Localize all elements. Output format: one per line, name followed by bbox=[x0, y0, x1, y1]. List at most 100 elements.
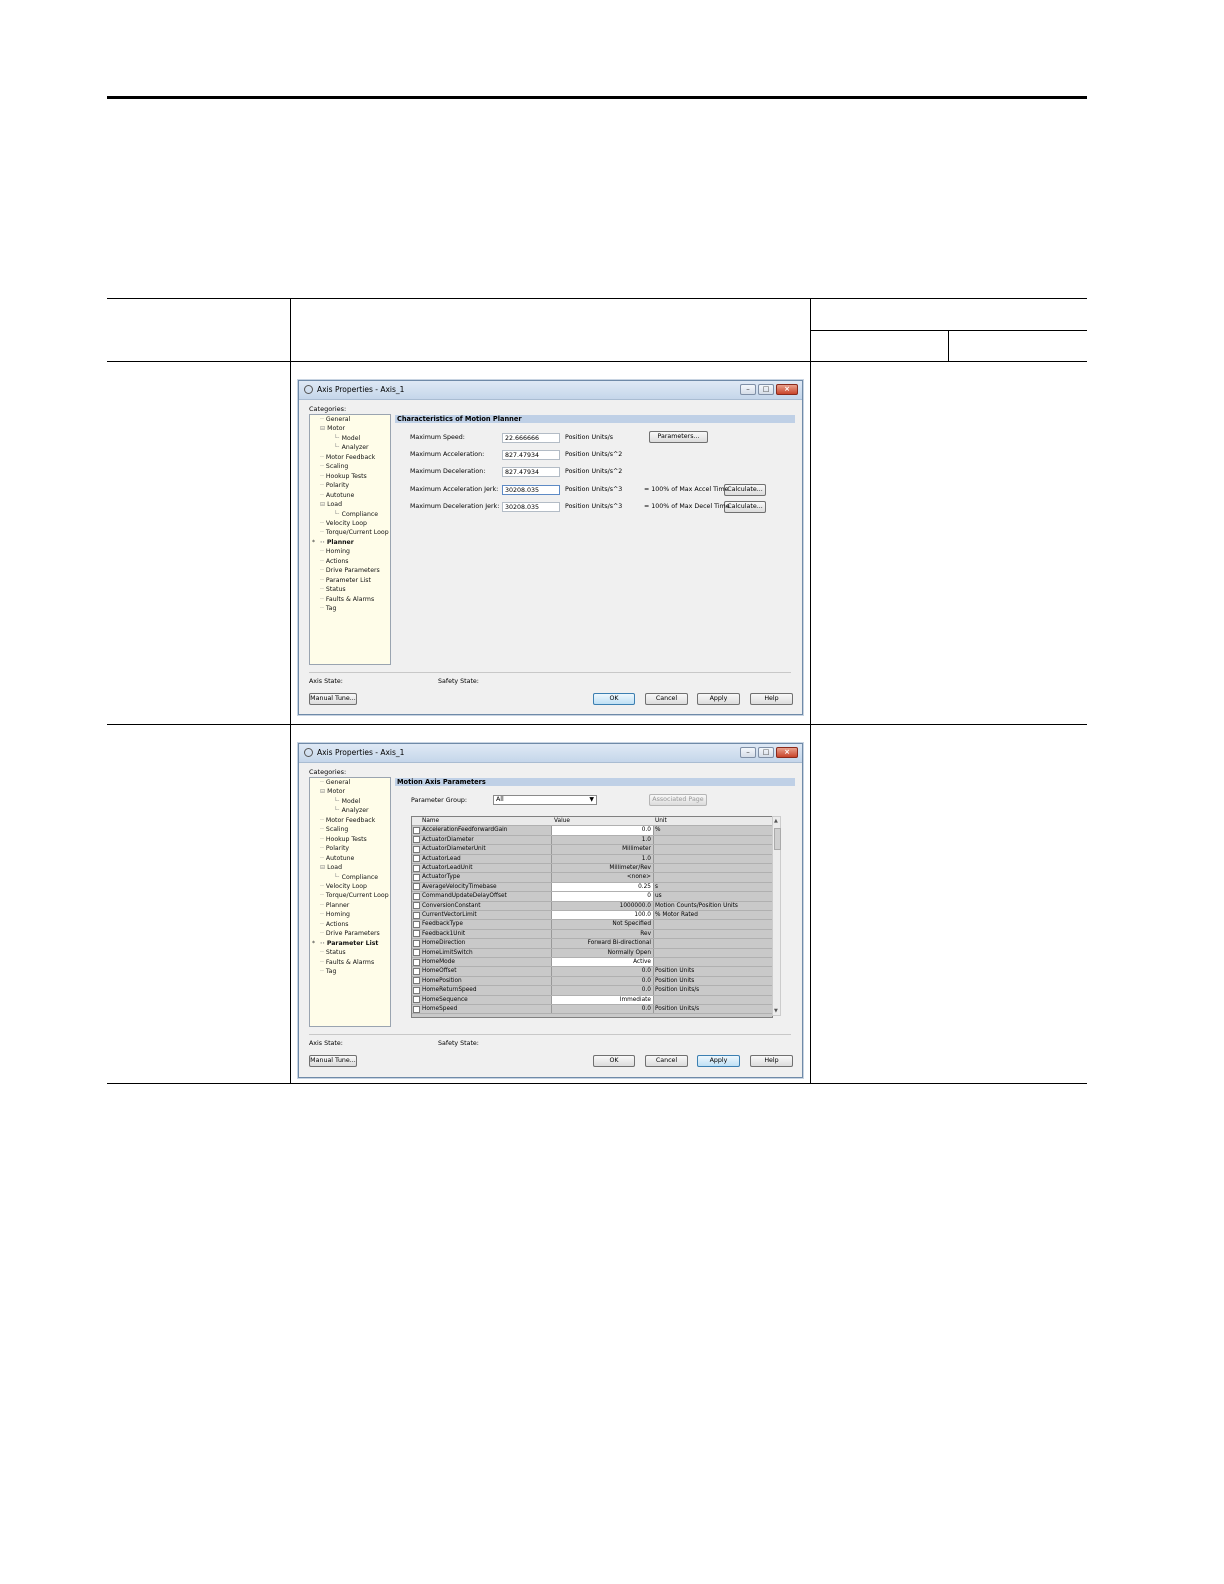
close-button[interactable]: × bbox=[776, 747, 798, 758]
associated-page-button[interactable]: Associated Page bbox=[649, 794, 707, 806]
table-row[interactable]: HomeMode Active bbox=[412, 958, 772, 968]
table-row[interactable]: CurrentVectorLimit 100.0% Motor Rated bbox=[412, 911, 772, 921]
tree-item[interactable]: ·· Planner bbox=[320, 539, 354, 546]
tree-item[interactable]: └· Analyzer bbox=[334, 444, 369, 451]
table-row[interactable]: ActuatorDiameter 1.0 bbox=[412, 835, 772, 846]
calculate-accel-button[interactable]: Calculate... bbox=[724, 484, 766, 496]
row-checkbox[interactable] bbox=[413, 949, 420, 957]
categories-tree[interactable]: ·· General ⊟ Motor └· Model └· Analyzer ·· M… bbox=[309, 777, 391, 1027]
cell-value[interactable]: Immediate bbox=[552, 996, 652, 1004]
tree-item[interactable]: ·· Homing bbox=[320, 911, 350, 918]
field-input[interactable]: 827.47934 bbox=[502, 450, 560, 460]
row-checkbox[interactable] bbox=[413, 836, 420, 844]
minimize-button[interactable]: – bbox=[740, 747, 756, 758]
tree-item[interactable]: ·· Actions bbox=[320, 558, 349, 565]
row-checkbox[interactable] bbox=[413, 864, 420, 872]
table-row[interactable]: HomeReturnSpeed 0.0 Position Units/s bbox=[412, 986, 772, 996]
field-input[interactable]: 30208.035 bbox=[502, 502, 560, 512]
table-row[interactable]: HomeLimitSwitch Normally Open bbox=[412, 948, 772, 958]
scroll-down-icon[interactable]: ▼ bbox=[774, 1008, 778, 1014]
table-row[interactable]: CommandUpdateDelayOffset 0 us bbox=[412, 892, 772, 902]
row-checkbox[interactable] bbox=[413, 892, 420, 900]
row-checkbox[interactable] bbox=[413, 977, 420, 985]
table-row[interactable]: HomeSpeed 0.0 Position Units/s bbox=[412, 1005, 772, 1015]
tree-item[interactable]: ·· Tag bbox=[320, 968, 336, 975]
cancel-button[interactable]: Cancel bbox=[645, 693, 688, 705]
table-row[interactable]: ActuatorLead 1.0 bbox=[412, 854, 772, 864]
tree-item[interactable]: ·· Parameter List bbox=[320, 940, 378, 947]
tree-item[interactable]: └· Model bbox=[334, 798, 360, 805]
field-input[interactable]: 30208.035 bbox=[502, 485, 560, 495]
tree-item[interactable]: ⊟ Motor bbox=[320, 425, 345, 432]
manual-tune-button[interactable]: Manual Tune... bbox=[309, 693, 357, 705]
tree-item[interactable]: └· Model bbox=[334, 435, 360, 442]
tree-item[interactable]: └· Compliance bbox=[334, 511, 378, 518]
tree-item[interactable]: ·· Motor Feedback bbox=[320, 454, 375, 461]
row-checkbox[interactable] bbox=[413, 911, 420, 919]
parameter-group-select[interactable]: All ▼ bbox=[493, 795, 597, 805]
tree-item[interactable]: ·· Faults & Alarms bbox=[320, 959, 374, 966]
tree-item[interactable]: ·· Velocity Loop bbox=[320, 883, 367, 890]
table-row[interactable]: AccelerationFeedforwardGain 0.0% bbox=[412, 826, 772, 836]
column-header-value[interactable]: Value bbox=[552, 817, 652, 825]
cell-value[interactable]: 0.0 bbox=[552, 826, 652, 834]
close-button[interactable]: × bbox=[776, 384, 798, 395]
row-checkbox[interactable] bbox=[413, 845, 420, 853]
cell-value[interactable]: 100.0 bbox=[552, 911, 652, 919]
cancel-button[interactable]: Cancel bbox=[645, 1055, 688, 1067]
cell-value[interactable]: 0 bbox=[552, 892, 652, 900]
row-checkbox[interactable] bbox=[413, 986, 420, 994]
manual-tune-button[interactable]: Manual Tune... bbox=[309, 1055, 357, 1067]
tree-item[interactable]: ·· Hookup Tests bbox=[320, 473, 367, 480]
parameters-button[interactable]: Parameters... bbox=[649, 431, 708, 443]
tree-item[interactable]: ·· Tag bbox=[320, 605, 336, 612]
tree-item[interactable]: ·· Velocity Loop bbox=[320, 520, 367, 527]
tree-item[interactable]: ·· Hookup Tests bbox=[320, 836, 367, 843]
table-row[interactable]: HomeDirection Forward Bi-directional bbox=[412, 939, 772, 949]
tree-item[interactable]: ·· Actions bbox=[320, 921, 349, 928]
table-row[interactable]: HomePosition 0.0 Position Units bbox=[412, 976, 772, 987]
table-row[interactable]: HomeSequence Immediate bbox=[412, 995, 772, 1005]
row-checkbox[interactable] bbox=[413, 920, 420, 928]
tree-item[interactable]: ·· Torque/Current Loop bbox=[320, 529, 389, 536]
parameter-grid[interactable]: Name Value Unit AccelerationFeedforwardGain… bbox=[411, 816, 773, 1018]
row-checkbox[interactable] bbox=[413, 855, 420, 863]
table-row[interactable]: Feedback1Unit Rev bbox=[412, 929, 772, 940]
row-checkbox[interactable] bbox=[413, 902, 420, 910]
grid-scrollbar[interactable]: ▲ ▼ bbox=[772, 816, 781, 1016]
row-checkbox[interactable] bbox=[413, 873, 420, 881]
tree-item[interactable]: ·· Status bbox=[320, 949, 346, 956]
tree-item[interactable]: ⊟ Load bbox=[320, 501, 342, 508]
table-row[interactable]: ActuatorDiameterUnit Millimeter bbox=[412, 845, 772, 855]
column-header-name[interactable]: Name bbox=[422, 817, 550, 825]
tree-item[interactable]: ·· Faults & Alarms bbox=[320, 596, 374, 603]
tree-item[interactable]: ·· Torque/Current Loop bbox=[320, 892, 389, 899]
ok-button[interactable]: OK bbox=[593, 1055, 635, 1067]
help-button[interactable]: Help bbox=[750, 1055, 793, 1067]
cell-value[interactable]: 0.25 bbox=[552, 883, 652, 891]
tree-item[interactable]: ·· Parameter List bbox=[320, 577, 371, 584]
field-input[interactable]: 22.666666 bbox=[502, 433, 560, 443]
tree-item[interactable]: ·· Autotune bbox=[320, 492, 354, 499]
row-checkbox[interactable] bbox=[413, 939, 420, 947]
tree-item[interactable]: └· Compliance bbox=[334, 874, 378, 881]
row-checkbox[interactable] bbox=[413, 883, 420, 891]
column-header-unit[interactable]: Unit bbox=[654, 817, 771, 825]
table-row[interactable]: ConversionConstant 1000000.0 Motion Counts… bbox=[412, 901, 772, 911]
field-input[interactable]: 827.47934 bbox=[502, 467, 560, 477]
calculate-decel-button[interactable]: Calculate... bbox=[724, 501, 766, 513]
row-checkbox[interactable] bbox=[413, 930, 420, 938]
row-checkbox[interactable] bbox=[413, 1005, 420, 1013]
tree-item[interactable]: ·· General bbox=[320, 779, 350, 786]
scroll-up-icon[interactable]: ▲ bbox=[774, 818, 778, 824]
tree-item[interactable]: ⊟ Motor bbox=[320, 788, 345, 795]
tree-item[interactable]: ·· Drive Parameters bbox=[320, 567, 380, 574]
row-checkbox[interactable] bbox=[413, 958, 420, 966]
help-button[interactable]: Help bbox=[750, 693, 793, 705]
row-checkbox[interactable] bbox=[413, 996, 420, 1004]
tree-item[interactable]: ·· Planner bbox=[320, 902, 349, 909]
table-row[interactable]: FeedbackType Not Specified bbox=[412, 920, 772, 930]
ok-button[interactable]: OK bbox=[593, 693, 635, 705]
row-checkbox[interactable] bbox=[413, 967, 420, 975]
maximize-button[interactable]: □ bbox=[758, 747, 774, 758]
